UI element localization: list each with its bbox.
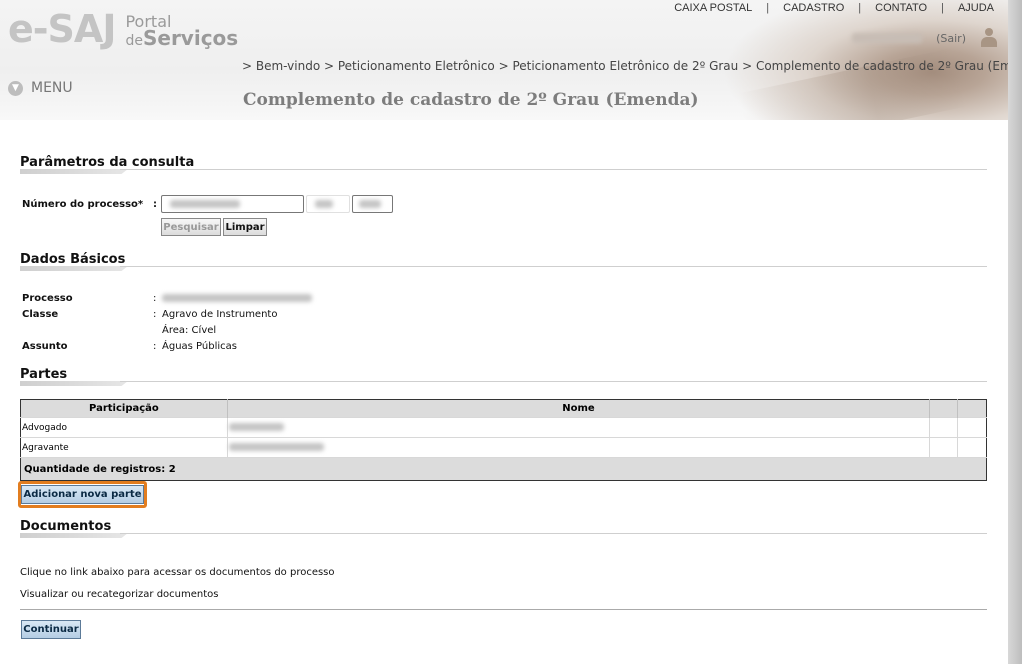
colon: : bbox=[153, 199, 157, 210]
action-cell[interactable] bbox=[957, 437, 987, 458]
limpar-button[interactable]: Limpar bbox=[223, 218, 267, 236]
scrollbar-edge bbox=[1008, 0, 1022, 664]
user-icon[interactable] bbox=[980, 28, 998, 48]
logo-line2: Serviços bbox=[142, 26, 239, 50]
column-header-nome: Nome bbox=[227, 399, 931, 418]
divider bbox=[20, 609, 987, 610]
header: e-SAJ Portal deServiços CAIXA POSTAL | C… bbox=[0, 0, 1022, 120]
logo-main-text: e-SAJ bbox=[8, 7, 116, 51]
menu-label: MENU bbox=[31, 80, 73, 96]
action-cell[interactable] bbox=[929, 437, 959, 458]
colon: : bbox=[153, 309, 157, 320]
section-rule bbox=[20, 169, 987, 175]
column-header-action bbox=[957, 399, 987, 418]
documentos-hint: Clique no link abaixo para acessar os do… bbox=[20, 567, 335, 578]
nome-cell bbox=[227, 417, 931, 438]
top-nav: CAIXA POSTAL | CADASTRO | CONTATO | AJUD… bbox=[660, 2, 994, 14]
user-name-redacted bbox=[852, 33, 923, 43]
table-row: Advogado bbox=[20, 417, 987, 438]
numero-processo-input-2[interactable] bbox=[306, 195, 350, 213]
menu-toggle[interactable]: ▼ MENU bbox=[8, 80, 73, 96]
column-header-action bbox=[929, 399, 959, 418]
column-header-participacao: Participação bbox=[20, 399, 228, 418]
action-cell[interactable] bbox=[929, 417, 959, 438]
numero-processo-input-3[interactable] bbox=[352, 195, 393, 213]
documentos-link[interactable]: Visualizar ou recategorizar documentos bbox=[20, 589, 218, 600]
section-rule bbox=[20, 533, 987, 539]
pesquisar-button[interactable]: Pesquisar bbox=[161, 218, 221, 236]
adicionar-nova-parte-button[interactable]: Adicionar nova parte bbox=[21, 485, 144, 504]
area-value: Área: Cível bbox=[162, 325, 217, 336]
top-nav-caixa-postal[interactable]: CAIXA POSTAL bbox=[660, 2, 766, 14]
assunto-value: Águas Públicas bbox=[162, 341, 237, 352]
page-title: Complemento de cadastro de 2º Grau (Emen… bbox=[243, 90, 699, 110]
section-title-consulta: Parâmetros da consulta bbox=[20, 155, 195, 170]
logout-link[interactable]: (Sair) bbox=[936, 32, 966, 45]
nome-cell bbox=[227, 437, 931, 458]
top-nav-contato[interactable]: CONTATO bbox=[861, 2, 941, 14]
section-title-documentos: Documentos bbox=[20, 519, 112, 534]
classe-value: Agravo de Instrumento bbox=[162, 309, 278, 320]
section-rule bbox=[20, 381, 987, 387]
processo-label: Processo bbox=[22, 293, 73, 304]
section-title-dados: Dados Básicos bbox=[20, 252, 126, 267]
esaj-logo[interactable]: e-SAJ Portal deServiços bbox=[8, 6, 238, 52]
section-title-partes: Partes bbox=[20, 367, 68, 382]
chevron-down-icon: ▼ bbox=[8, 80, 23, 96]
classe-label: Classe bbox=[22, 309, 59, 320]
numero-processo-input[interactable] bbox=[161, 195, 304, 213]
numero-processo-label: Número do processo* bbox=[22, 199, 144, 210]
quantidade-registros: Quantidade de registros: 2 bbox=[20, 457, 987, 481]
logo-line2-prefix: de bbox=[125, 33, 143, 49]
participacao-cell: Agravante bbox=[20, 437, 228, 458]
action-cell[interactable] bbox=[957, 417, 987, 438]
top-nav-cadastro[interactable]: CADASTRO bbox=[769, 2, 858, 14]
assunto-label: Assunto bbox=[22, 341, 68, 352]
table-row: Agravante bbox=[20, 437, 987, 458]
processo-value bbox=[162, 293, 312, 304]
breadcrumb[interactable]: > Bem-vindo > Peticionamento Eletrônico … bbox=[242, 59, 1022, 73]
continuar-button[interactable]: Continuar bbox=[21, 620, 81, 639]
participacao-cell: Advogado bbox=[20, 417, 228, 438]
colon: : bbox=[153, 341, 157, 352]
logo-subtitle: Portal deServiços bbox=[125, 14, 239, 50]
table-header-row: Participação Nome bbox=[20, 399, 987, 418]
colon: : bbox=[153, 293, 157, 304]
user-area: (Sair) bbox=[852, 28, 998, 48]
partes-table: Participação Nome Advogado Agravante Qua… bbox=[20, 399, 987, 481]
section-rule bbox=[20, 266, 987, 272]
top-nav-ajuda[interactable]: AJUDA bbox=[944, 2, 994, 14]
table-footer-row: Quantidade de registros: 2 bbox=[20, 457, 987, 481]
